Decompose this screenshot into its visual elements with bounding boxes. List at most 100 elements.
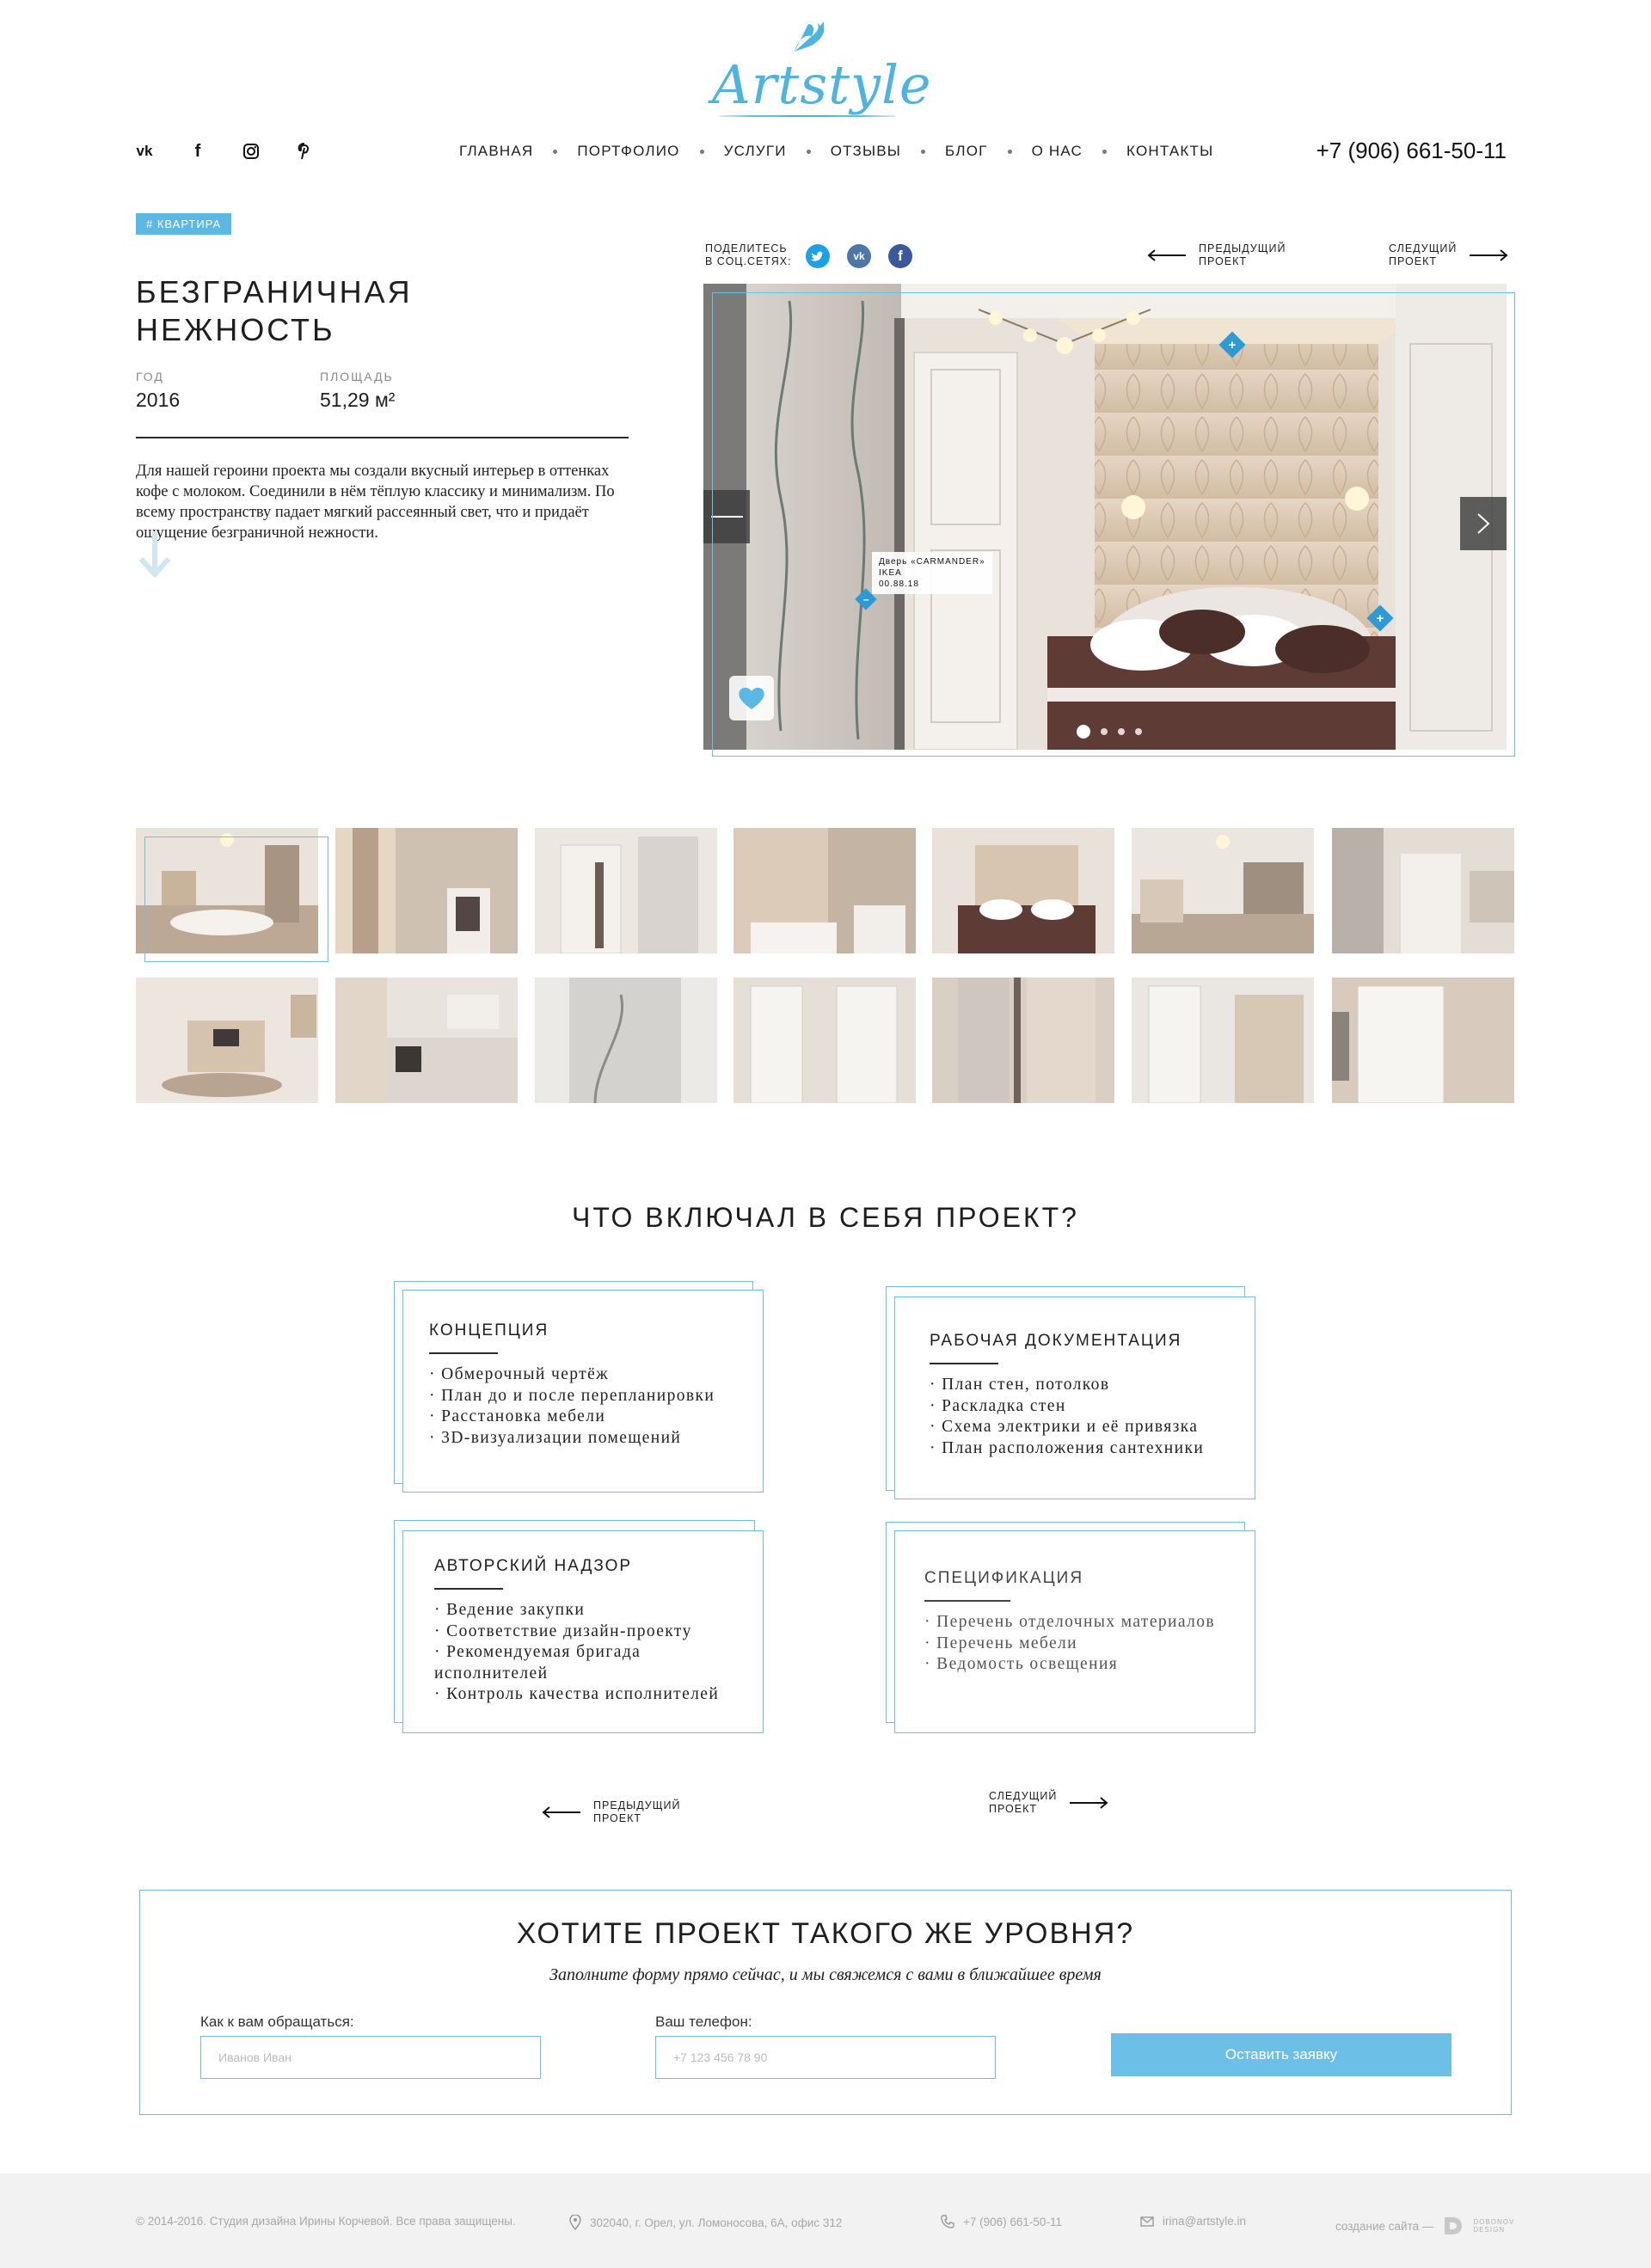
form-subtitle: Заполните форму прямо сейчас, и мы свяже… bbox=[549, 1965, 1102, 1984]
footer-credit[interactable]: создание сайта — DOBONOV DESIGN bbox=[1335, 2215, 1514, 2237]
site-logo[interactable]: Artstyle bbox=[712, 21, 932, 131]
block-divider bbox=[429, 1352, 498, 1354]
thumbnail-12[interactable] bbox=[932, 978, 1114, 1103]
nav-item-contacts[interactable]: Контакты bbox=[1126, 143, 1213, 160]
thumbnail-8[interactable] bbox=[136, 978, 318, 1103]
name-input[interactable]: Иванов Иван bbox=[200, 2036, 541, 2079]
block-title: Рабочая документация bbox=[930, 1332, 1182, 1350]
nav-item-portfolio[interactable]: Портфолио bbox=[577, 143, 679, 160]
arrow-left-icon bbox=[711, 516, 743, 518]
block-list: · Перечень отделочных материалов · Переч… bbox=[924, 1612, 1255, 1676]
slider-next-button[interactable] bbox=[1460, 497, 1507, 550]
next-project-bottom[interactable]: Следущий проект bbox=[989, 1790, 1108, 1816]
phone-label: Ваш телефон: bbox=[655, 2014, 752, 2030]
thumbnail-image bbox=[335, 978, 518, 1103]
submit-request-button[interactable]: Оставить заявку bbox=[1111, 2033, 1452, 2076]
arrow-right-icon bbox=[1470, 249, 1508, 261]
thumbnail-image bbox=[733, 828, 916, 953]
area-label: Площадь bbox=[320, 370, 394, 383]
vk-share-icon[interactable]: vk bbox=[847, 244, 871, 268]
twitter-icon[interactable] bbox=[806, 244, 830, 268]
nav-item-about[interactable]: О нас bbox=[1032, 143, 1083, 160]
area-meta: Площадь 51,29 м² bbox=[320, 370, 395, 412]
thumbnail-9[interactable] bbox=[335, 978, 518, 1103]
credit-logo-line-2: DESIGN bbox=[1473, 2226, 1506, 2234]
thumbnail-image bbox=[1132, 828, 1314, 953]
thumbnail-11[interactable] bbox=[733, 978, 916, 1103]
footer-email[interactable]: irina@artstyle.in bbox=[1140, 2215, 1246, 2228]
scroll-down-icon[interactable] bbox=[138, 530, 172, 578]
block-divider bbox=[930, 1363, 998, 1364]
next-project-bottom-line-2: проект bbox=[989, 1803, 1038, 1815]
prev-project-bottom-line-1: Предыдущий bbox=[593, 1799, 681, 1811]
thumbnail-6[interactable] bbox=[1132, 828, 1314, 953]
slider-dot-active[interactable] bbox=[1077, 725, 1090, 739]
thumbnail-3[interactable] bbox=[535, 828, 717, 953]
thumbnail-2[interactable] bbox=[335, 828, 518, 953]
project-title: Безграничная нежность bbox=[136, 274, 413, 347]
share-label-line-2: в соц.сетях: bbox=[705, 255, 792, 267]
phone-icon bbox=[941, 2215, 954, 2228]
thumbnail-4[interactable] bbox=[733, 828, 916, 953]
arrow-left-icon bbox=[542, 1806, 580, 1818]
name-label: Как к вам обращаться: bbox=[200, 2014, 354, 2030]
footer-address: 302040, г. Орел, ул. Ломоносова, 6А, офи… bbox=[569, 2215, 842, 2230]
list-item: исполнителей bbox=[434, 1664, 549, 1683]
list-item: · Ведомость освещения bbox=[924, 1655, 1119, 1673]
phone-input[interactable]: +7 123 456 78 90 bbox=[655, 2036, 996, 2079]
share-label: Поделитесь в соц.сетях: bbox=[705, 242, 792, 268]
block-list: · Ведение закупки · Соответствие дизайн-… bbox=[434, 1600, 763, 1706]
list-item: · 3D-визуализации помещений bbox=[429, 1428, 682, 1447]
next-project-top-line-2: проект bbox=[1389, 255, 1438, 267]
pinterest-icon[interactable] bbox=[292, 139, 316, 163]
list-item: · Перечень отделочных материалов bbox=[924, 1613, 1216, 1631]
tooltip-brand: IKEA bbox=[879, 568, 902, 578]
thumbnail-5[interactable] bbox=[932, 828, 1114, 953]
nav-item-home[interactable]: Главная bbox=[459, 143, 533, 160]
prev-project-top-line-1: Предыдущий bbox=[1199, 242, 1286, 254]
prev-project-top[interactable]: Предыдущий проект bbox=[1147, 242, 1286, 268]
facebook-share-icon[interactable]: f bbox=[888, 244, 912, 268]
prev-project-bottom[interactable]: Предыдущий проект bbox=[542, 1799, 680, 1825]
logo-text: Artstyle bbox=[712, 53, 932, 116]
copyright-text: © 2014-2016. Студия дизайна Ирины Корчев… bbox=[136, 2215, 516, 2228]
vk-icon[interactable]: vk bbox=[132, 139, 157, 163]
footer-phone[interactable]: +7 (906) 661-50-11 bbox=[941, 2215, 1062, 2228]
thumbnail-7[interactable] bbox=[1332, 828, 1514, 953]
block-divider bbox=[434, 1588, 503, 1590]
like-button[interactable] bbox=[729, 676, 774, 720]
thumbnail-14[interactable] bbox=[1332, 978, 1514, 1103]
block-title: Авторский надзор bbox=[434, 1557, 633, 1575]
thumbnail-image bbox=[136, 978, 318, 1103]
nav-item-reviews[interactable]: Отзывы bbox=[831, 143, 901, 160]
nav-item-services[interactable]: Услуги bbox=[724, 143, 787, 160]
slider-dot[interactable] bbox=[1135, 728, 1142, 735]
next-project-top[interactable]: Следущий проект bbox=[1389, 242, 1508, 268]
instagram-icon[interactable] bbox=[239, 139, 263, 163]
prev-project-bottom-line-2: проект bbox=[593, 1812, 642, 1824]
thumbnail-image bbox=[932, 978, 1114, 1103]
thumbnail-active-frame bbox=[144, 837, 328, 962]
slider-dot[interactable] bbox=[1118, 728, 1125, 735]
nav-separator bbox=[553, 149, 558, 154]
mail-icon bbox=[1140, 2216, 1154, 2227]
nav-separator bbox=[1007, 149, 1012, 154]
list-item: · План расположения сантехники bbox=[930, 1438, 1205, 1457]
slider-dot[interactable] bbox=[1101, 728, 1108, 735]
includes-title: Что включал в себя проект? bbox=[572, 1202, 1079, 1233]
category-tag[interactable]: # Квартира bbox=[136, 213, 232, 235]
thumbnail-image bbox=[733, 978, 916, 1103]
form-title: Хотите проект такого же уровня? bbox=[516, 1917, 1135, 1950]
header-phone[interactable]: +7 (906) 661-50-11 bbox=[1317, 138, 1507, 164]
facebook-icon[interactable]: f bbox=[186, 139, 210, 163]
nav-item-blog[interactable]: Блог bbox=[945, 143, 988, 160]
thumbnail-13[interactable] bbox=[1132, 978, 1314, 1103]
thumbnail-10[interactable] bbox=[535, 978, 717, 1103]
arrow-left-icon bbox=[1147, 249, 1186, 261]
list-item: · Перечень мебели bbox=[924, 1634, 1077, 1652]
footer-phone-text: +7 (906) 661-50-11 bbox=[963, 2215, 1062, 2228]
nav-separator bbox=[699, 149, 704, 154]
main-gallery-image[interactable]: + + – Дверь «CARMANDER» IKEA 00.88.18 bbox=[703, 284, 1507, 750]
social-links: vk f bbox=[132, 139, 316, 163]
slider-prev-button[interactable] bbox=[703, 490, 750, 543]
